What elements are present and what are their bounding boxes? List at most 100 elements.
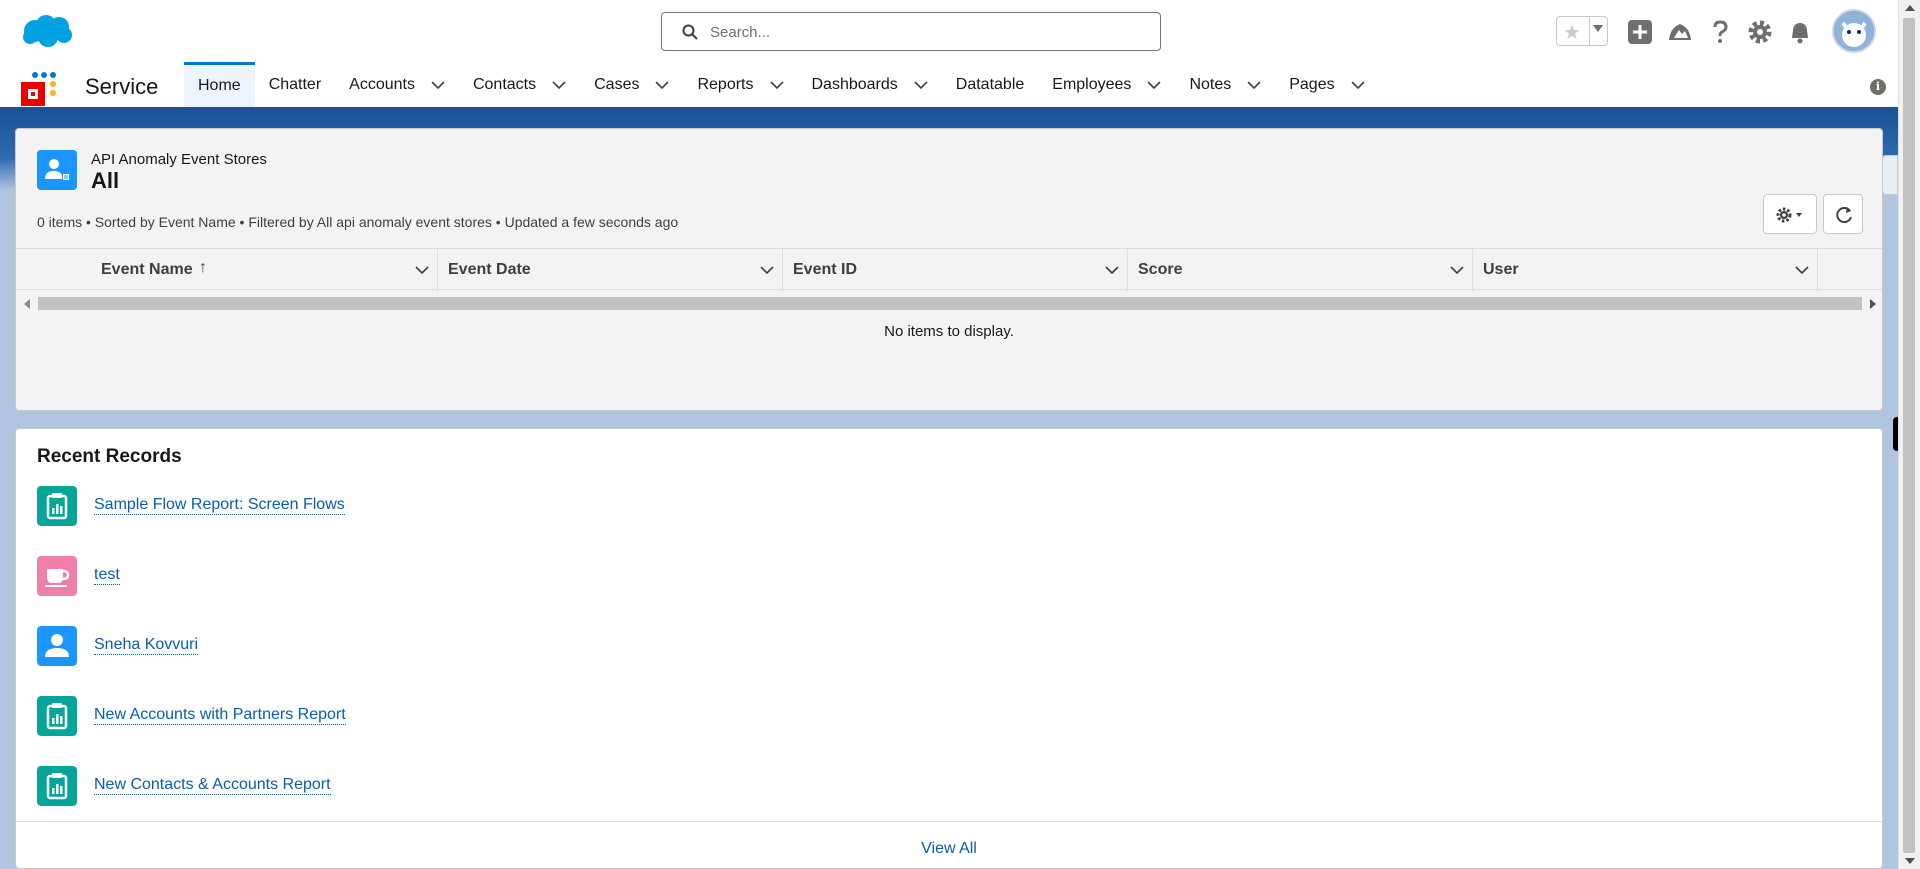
sort-ascending-icon: ↑ — [199, 259, 207, 276]
nav-tabs: Home Chatter Accounts Contacts Cases Reports D… — [184, 62, 1379, 107]
tab-label: Contacts — [472, 75, 537, 93]
tab-label: Accounts — [349, 75, 415, 93]
anomaly-event-object-icon — [37, 150, 77, 190]
chevron-down-icon[interactable] — [1593, 25, 1603, 32]
tab-notes[interactable]: Notes — [1175, 62, 1275, 107]
tab-label: Cases — [594, 75, 640, 93]
column-label: Score — [1138, 261, 1183, 278]
record-link[interactable]: test — [94, 566, 120, 585]
chevron-down-icon[interactable] — [431, 78, 445, 92]
global-search-input[interactable]: Search... — [661, 12, 1161, 51]
report-icon — [37, 696, 77, 736]
list-view-title[interactable]: All — [91, 168, 119, 194]
tab-datatable[interactable]: Datatable — [942, 62, 1039, 107]
column-label: Event Name — [101, 261, 193, 278]
list-view-meta: 0 items • Sorted by Event Name • Filtere… — [37, 214, 679, 230]
view-all-link[interactable]: View All — [16, 840, 1882, 858]
chevron-down-icon[interactable] — [1351, 78, 1365, 92]
star-icon: ★ — [1563, 22, 1581, 44]
chevron-down-icon[interactable] — [1247, 78, 1261, 92]
scroll-down-icon[interactable] — [1905, 858, 1915, 864]
search-placeholder: Search... — [710, 24, 771, 41]
tab-label: Pages — [1289, 75, 1335, 93]
tab-label: Chatter — [268, 75, 322, 93]
info-icon[interactable]: i — [1870, 79, 1886, 95]
column-label: Event ID — [793, 261, 858, 278]
trailhead-icon[interactable] — [1666, 18, 1694, 46]
horizontal-scrollbar[interactable] — [20, 294, 1880, 310]
list-view-controls-button[interactable] — [1763, 194, 1817, 234]
chevron-down-icon[interactable] — [1105, 263, 1119, 277]
chevron-down-icon[interactable] — [1147, 78, 1162, 92]
column-header-event-id[interactable]: Event ID — [783, 249, 1128, 291]
scroll-up-icon[interactable] — [1905, 5, 1915, 11]
tab-label: Datatable — [955, 75, 1025, 93]
app-launcher-icon[interactable] — [20, 71, 60, 107]
tab-contacts[interactable]: Contacts — [459, 62, 580, 107]
tab-label: Home — [198, 77, 241, 94]
chevron-down-icon[interactable] — [914, 78, 928, 92]
refresh-button[interactable] — [1823, 194, 1863, 234]
column-label: Event Date — [448, 261, 531, 278]
chevron-down-icon[interactable] — [760, 263, 774, 277]
chevron-down-icon[interactable] — [552, 78, 566, 92]
tab-reports[interactable]: Reports — [683, 62, 797, 107]
tab-accounts[interactable]: Accounts — [335, 62, 459, 107]
record-link[interactable]: New Contacts & Accounts Report — [94, 776, 331, 795]
object-label: API Anomaly Event Stores — [91, 151, 267, 168]
empty-state-message: No items to display. — [884, 323, 1014, 340]
tab-pages[interactable]: Pages — [1275, 62, 1378, 107]
recent-records-title: Recent Records — [37, 446, 182, 467]
tab-label: Notes — [1189, 75, 1232, 93]
card-footer: View All — [16, 821, 1882, 869]
salesforce-logo[interactable] — [20, 13, 74, 49]
chevron-down-icon[interactable] — [415, 263, 429, 277]
tab-dashboards[interactable]: Dashboards — [798, 62, 942, 107]
scrollbar-thumb[interactable] — [1903, 18, 1915, 853]
record-link[interactable]: Sample Flow Report: Screen Flows — [94, 496, 345, 515]
tab-label: Employees — [1052, 75, 1132, 93]
column-header-event-name[interactable]: Event Name ↑ — [16, 249, 438, 291]
utility-side-tab[interactable] — [1882, 155, 1898, 195]
user-avatar[interactable] — [1832, 9, 1876, 53]
list-view-card: API Anomaly Event Stores All 0 items • S… — [15, 128, 1883, 411]
scroll-right-icon[interactable] — [1870, 299, 1876, 309]
user-icon — [37, 626, 77, 666]
tab-employees[interactable]: Employees — [1038, 62, 1175, 107]
report-icon — [37, 766, 77, 806]
scroll-left-icon[interactable] — [24, 299, 30, 309]
chevron-down-icon[interactable] — [655, 78, 670, 92]
gear-icon — [1776, 207, 1802, 223]
tab-chatter[interactable]: Chatter — [255, 62, 335, 107]
column-header-event-date[interactable]: Event Date — [438, 249, 783, 291]
recent-records-card: Recent Records Sample Flow Report: Scree… — [15, 428, 1883, 869]
chevron-down-icon[interactable] — [1795, 263, 1809, 277]
tab-cases[interactable]: Cases — [580, 62, 683, 107]
help-icon[interactable] — [1706, 18, 1734, 46]
record-link[interactable]: New Accounts with Partners Report — [94, 706, 346, 725]
tab-home[interactable]: Home — [184, 62, 255, 107]
tab-label: Dashboards — [811, 75, 898, 93]
chevron-down-icon[interactable] — [769, 78, 784, 92]
vertical-scrollbar[interactable] — [1898, 0, 1920, 869]
column-header-user[interactable]: User — [1473, 249, 1818, 291]
scrollbar-thumb[interactable] — [38, 297, 1862, 310]
search-icon — [682, 24, 698, 40]
global-create-icon[interactable] — [1626, 18, 1654, 46]
navigation-bar: Service Home Chatter Accounts Contacts Cases… — [0, 62, 1898, 110]
notifications-bell-icon[interactable] — [1786, 18, 1814, 46]
favorites-button[interactable]: ★ — [1556, 16, 1608, 46]
table-header: Event Name ↑ Event Date Event ID Score U… — [16, 248, 1882, 291]
app-name: Service — [85, 74, 159, 99]
gear-icon[interactable] — [1746, 18, 1774, 46]
column-header-score[interactable]: Score — [1128, 249, 1473, 291]
avatar-astro-icon — [1834, 11, 1874, 51]
record-link[interactable]: Sneha Kovvuri — [94, 636, 199, 655]
global-header: Search... ★ — [0, 0, 1898, 62]
refresh-icon — [1836, 207, 1852, 224]
report-icon — [37, 486, 77, 526]
tab-label: Reports — [697, 75, 754, 93]
chevron-down-icon[interactable] — [1450, 263, 1464, 277]
cup-icon — [37, 556, 77, 596]
column-label: User — [1483, 261, 1519, 278]
